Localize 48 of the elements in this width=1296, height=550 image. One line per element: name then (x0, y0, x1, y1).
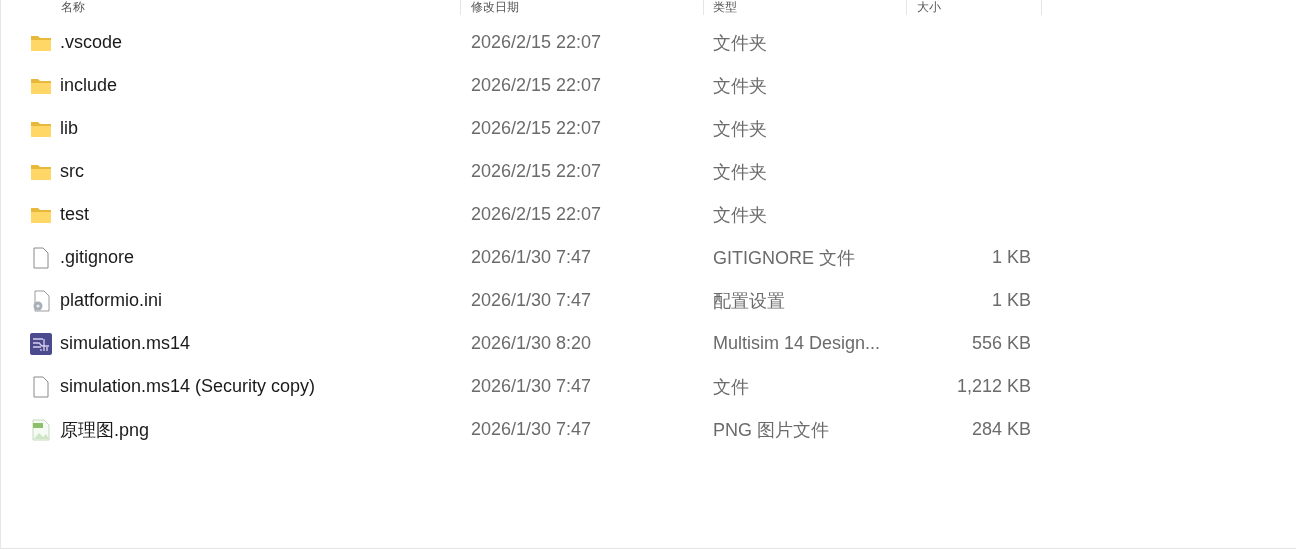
file-type: 配置设置 (713, 289, 785, 313)
file-name[interactable]: simulation.ms14 (Security copy) (60, 376, 316, 397)
file-type: Multisim 14 Design... (713, 333, 881, 354)
file-type: 文件夹 (713, 31, 767, 55)
file-type: 文件夹 (713, 74, 767, 98)
folder-icon (30, 33, 52, 52)
document-icon (30, 246, 52, 269)
file-size: 1 KB (991, 247, 1031, 268)
file-name[interactable]: platformio.ini (60, 290, 163, 311)
file-name[interactable]: .vscode (60, 32, 123, 53)
file-type: GITIGNORE 文件 (713, 246, 855, 270)
modified-date: 2026/2/15 22:07 (471, 161, 602, 182)
modified-date: 2026/2/15 22:07 (471, 75, 602, 96)
column-header[interactable]: 大小 (907, 0, 1042, 15)
file-name[interactable]: lib (60, 118, 78, 139)
modified-date: 2026/1/30 7:47 (471, 376, 592, 397)
column-header[interactable]: 名称 (1, 0, 461, 15)
file-type: 文件夹 (713, 160, 767, 184)
column-header[interactable]: 修改日期 (461, 0, 704, 15)
file-size: 556 KB (971, 333, 1031, 354)
modified-date: 2026/1/30 7:47 (471, 247, 592, 268)
image-file-icon (30, 418, 52, 441)
modified-date: 2026/2/15 22:07 (471, 32, 602, 53)
file-size: 1,212 KB (956, 376, 1031, 397)
file-name[interactable]: test (60, 204, 89, 225)
file-name[interactable]: include (60, 75, 118, 96)
folder-icon (30, 76, 52, 95)
folder-icon (30, 162, 52, 181)
modified-date: 2026/1/30 7:47 (471, 419, 592, 440)
column-header[interactable]: 类型 (704, 0, 907, 15)
file-size: 1 KB (991, 290, 1031, 311)
document-icon (30, 375, 52, 398)
file-name[interactable]: .gitignore (60, 247, 135, 268)
file-name[interactable]: 原理图.png (60, 417, 150, 442)
modified-date: 2026/1/30 8:20 (471, 333, 592, 354)
file-type: 文件夹 (713, 203, 767, 227)
modified-date: 2026/2/15 22:07 (471, 118, 602, 139)
file-name[interactable]: simulation.ms14 (60, 333, 191, 354)
file-type: PNG 图片文件 (713, 418, 829, 442)
circuit-file-icon (30, 332, 52, 355)
modified-date: 2026/2/15 22:07 (471, 204, 602, 225)
file-type: 文件 (713, 375, 749, 399)
folder-icon (30, 205, 52, 224)
file-size: 284 KB (971, 419, 1031, 440)
folder-icon (30, 119, 52, 138)
modified-date: 2026/1/30 7:47 (471, 290, 592, 311)
file-type: 文件夹 (713, 117, 767, 141)
file-name[interactable]: src (60, 161, 84, 182)
